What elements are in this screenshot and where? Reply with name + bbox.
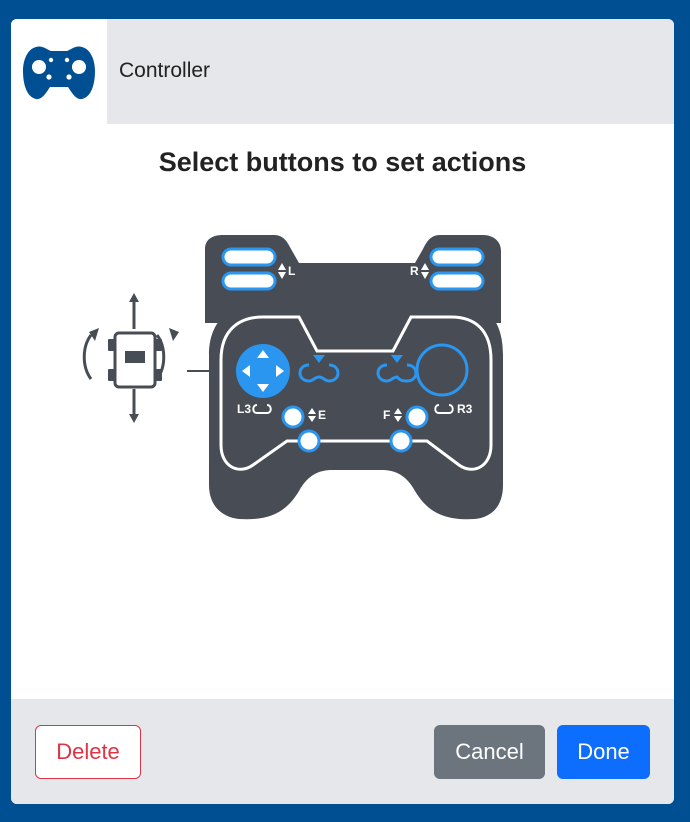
left-bumper-label: L — [288, 264, 295, 278]
right-bottom-bumper[interactable] — [429, 271, 485, 291]
controller-tab[interactable] — [11, 19, 107, 124]
dialog-header: Controller — [11, 19, 674, 124]
cancel-button[interactable]: Cancel — [434, 725, 545, 779]
left-bottom-bumper[interactable] — [221, 271, 277, 291]
dialog-footer: Delete Cancel Done — [11, 699, 674, 804]
right-bumper-label: R — [410, 264, 419, 278]
delete-button[interactable]: Delete — [35, 725, 141, 779]
r3-label: R3 — [457, 402, 473, 416]
e-label: E — [318, 408, 326, 422]
dialog-title: Controller — [119, 59, 211, 82]
f-up-button[interactable] — [405, 405, 429, 429]
l3-label: L3 — [237, 402, 251, 416]
gamepad-icon — [23, 46, 95, 100]
instruction-heading: Select buttons to set actions — [158, 147, 527, 177]
left-top-bumper[interactable] — [221, 247, 277, 267]
right-top-bumper[interactable] — [429, 247, 485, 267]
controller-diagram: L R L3 R3 E F — [82, 235, 503, 520]
f-label: F — [383, 408, 390, 422]
left-joystick[interactable] — [236, 344, 290, 398]
e-down-button[interactable] — [297, 429, 321, 453]
f-down-button[interactable] — [389, 429, 413, 453]
done-button[interactable]: Done — [557, 725, 650, 779]
e-up-button[interactable] — [281, 405, 305, 429]
controller-dialog: Controller Select buttons to set actions — [11, 19, 674, 804]
